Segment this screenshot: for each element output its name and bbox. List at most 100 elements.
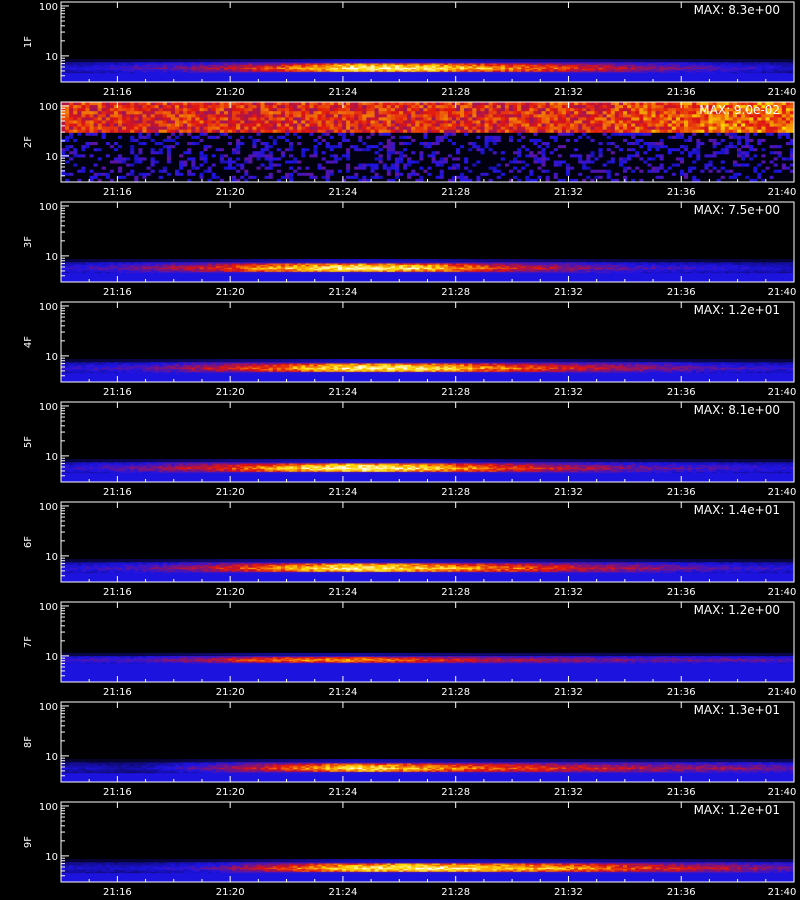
heatmap-cell — [435, 157, 441, 161]
heatmap-cell — [305, 160, 310, 164]
heatmap-cell — [403, 111, 408, 115]
heatmap-cell — [276, 172, 282, 177]
heatmap-cell — [65, 169, 70, 174]
heatmap-cell — [545, 126, 551, 131]
heatmap-cell — [553, 169, 559, 174]
heatmap-cell — [325, 117, 331, 121]
heatmap-cell — [435, 132, 441, 137]
heatmap-cell — [256, 108, 261, 112]
heatmap-cell — [362, 132, 367, 137]
heatmap-cell — [390, 132, 396, 137]
heatmap-cell — [350, 129, 355, 134]
heatmap-cell — [513, 132, 518, 137]
heatmap-cell — [533, 102, 538, 106]
heatmap-cell — [342, 132, 347, 137]
heatmap-cell — [496, 163, 502, 167]
heatmap-cell — [411, 129, 416, 134]
heatmap-cell — [260, 117, 265, 121]
heatmap-cell — [362, 138, 367, 143]
heatmap-cell — [500, 129, 506, 134]
heatmap-cell — [142, 59, 147, 63]
heatmap-cell — [394, 138, 400, 143]
heatmap-cell — [394, 132, 400, 137]
heatmap-cell — [342, 126, 347, 131]
heatmap-cell — [435, 123, 441, 127]
heatmap-cell — [280, 117, 286, 121]
heatmap-cell — [199, 117, 204, 121]
heatmap-cell — [154, 138, 160, 143]
heatmap-cell — [399, 120, 404, 124]
heatmap-cell — [346, 145, 351, 149]
heatmap-cell — [533, 145, 538, 149]
heatmap-cell — [142, 129, 147, 134]
heatmap-cell — [541, 129, 546, 134]
heatmap-cell — [175, 129, 180, 134]
heatmap-cell — [492, 148, 498, 152]
heatmap-cell — [472, 145, 477, 149]
heatmap-cell — [207, 160, 213, 164]
heatmap-cell — [170, 123, 176, 127]
heatmap-cell — [77, 120, 82, 124]
heatmap-cell — [476, 126, 481, 131]
heatmap-cell — [541, 169, 546, 174]
heatmap-cell — [264, 59, 270, 63]
heatmap-cell — [309, 132, 314, 137]
heatmap-cell — [118, 154, 123, 158]
heatmap-cell — [566, 129, 571, 134]
heatmap-cell — [175, 126, 180, 131]
heatmap-cell — [158, 175, 164, 180]
heatmap-cell — [89, 129, 94, 134]
heatmap-cell — [142, 138, 147, 143]
heatmap-cell — [329, 145, 335, 149]
heatmap-cell — [252, 145, 257, 149]
heatmap-cell — [403, 151, 408, 155]
heatmap-cell — [549, 175, 555, 180]
heatmap-cell — [297, 138, 302, 143]
heatmap-cell — [203, 123, 208, 127]
heatmap-cell — [146, 111, 151, 115]
heatmap-cell — [415, 105, 420, 109]
heatmap-cell — [175, 138, 180, 143]
heatmap-cell — [113, 151, 119, 155]
heatmap-cell — [350, 151, 355, 155]
heatmap-cell — [415, 114, 420, 118]
heatmap-cell — [248, 102, 253, 106]
heatmap-cell — [248, 132, 253, 137]
heatmap-cell — [317, 105, 323, 109]
heatmap-cell — [256, 151, 261, 155]
heatmap-cell — [504, 138, 510, 143]
heatmap-cell — [570, 145, 575, 149]
heatmap-cell — [187, 157, 192, 161]
heatmap-cell — [317, 129, 323, 134]
heatmap-cell — [248, 111, 253, 115]
heatmap-cell — [301, 175, 306, 180]
heatmap-cell — [557, 117, 563, 121]
heatmap-cell — [419, 142, 424, 146]
heatmap-cell — [451, 157, 457, 161]
heatmap-cell — [179, 117, 184, 121]
heatmap-cell — [272, 163, 278, 167]
heatmap-cell — [150, 160, 156, 164]
heatmap-cell — [525, 111, 530, 115]
heatmap-cell — [464, 154, 469, 158]
heatmap-cell — [329, 160, 335, 164]
heatmap-cell — [366, 114, 371, 118]
heatmap-cell — [480, 105, 485, 109]
heatmap-cell — [264, 175, 270, 180]
heatmap-cell — [118, 160, 123, 164]
heatmap-cell — [232, 123, 237, 127]
heatmap-cell — [549, 105, 555, 109]
heatmap-cell — [476, 154, 481, 158]
heatmap-cell — [81, 169, 86, 174]
heatmap-cell — [350, 175, 355, 180]
heatmap-cell — [77, 105, 82, 109]
heatmap-cell — [276, 59, 282, 63]
heatmap-cell — [529, 148, 534, 152]
heatmap-cell — [549, 160, 555, 164]
heatmap-cell — [411, 160, 416, 164]
heatmap-cell — [232, 145, 237, 149]
heatmap-cell — [346, 172, 351, 177]
heatmap-cell — [443, 102, 449, 106]
heatmap-cell — [460, 166, 465, 171]
heatmap-cell — [293, 120, 298, 124]
